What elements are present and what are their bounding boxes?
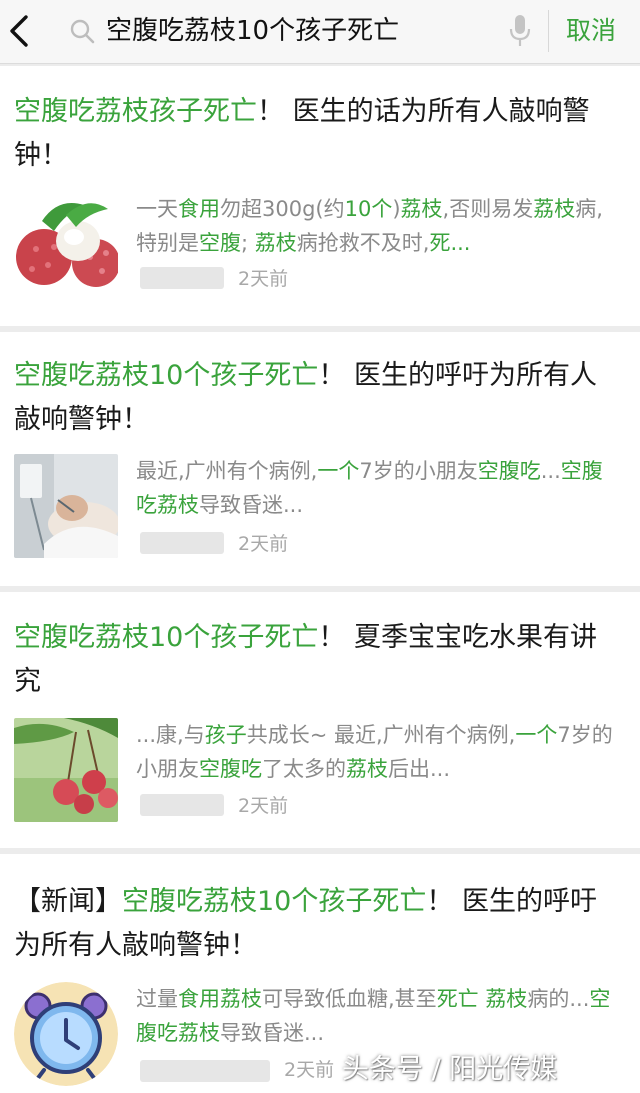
highlighted-text: 荔枝 <box>346 757 388 781</box>
result-title[interactable]: 空腹吃荔枝10个孩子死亡！ 医生的呼吁为所有人敲响警钟！ <box>14 354 618 442</box>
search-header: 空腹吃荔枝10个孩子死亡 取消 <box>0 0 640 64</box>
text-segment: 共成长~ 最近,广州有个病例, <box>246 723 516 747</box>
result-card[interactable]: 空腹吃荔枝孩子死亡！ 医生的话为所有人敲响警钟！ 一天食用勿超300g(约10个… <box>0 66 640 326</box>
source-avatar-blurred <box>140 1060 270 1082</box>
source-avatar-blurred <box>140 794 224 816</box>
source-avatar-blurred <box>140 267 224 289</box>
text-segment: ; <box>241 231 255 255</box>
result-title[interactable]: 【新闻】空腹吃荔枝10个孩子死亡！ 医生的呼吁为所有人敲响警钟！ <box>14 880 618 968</box>
result-card[interactable]: 空腹吃荔枝10个孩子死亡！ 夏季宝宝吃水果有讲究 ...康,与孩子共成长~ 最近… <box>0 592 640 848</box>
text-segment: 过量 <box>136 987 178 1011</box>
highlighted-text: 空腹吃 <box>477 459 541 483</box>
text-segment: ) <box>392 197 401 221</box>
alarm-clock-icon <box>14 982 118 1086</box>
highlighted-text: 空腹吃荔枝10个孩子死亡 <box>122 886 427 917</box>
result-title[interactable]: 空腹吃荔枝孩子死亡！ 医生的话为所有人敲响警钟！ <box>14 90 618 178</box>
result-time: 2天前 <box>238 795 289 817</box>
text-segment: ... <box>540 459 561 483</box>
highlighted-text: 一个 <box>317 459 360 483</box>
text-segment: 病的... <box>527 987 590 1011</box>
text-segment: ,否则易发 <box>442 197 534 221</box>
text-segment: 最近,广州有个病例, <box>136 459 318 483</box>
back-arrow-icon[interactable] <box>4 12 34 50</box>
result-time: 2天前 <box>238 533 289 555</box>
text-segment: 一天 <box>136 197 178 221</box>
highlighted-text: 死... <box>429 231 471 255</box>
highlighted-text: 空腹吃荔枝10个孩子死亡 <box>14 360 319 391</box>
highlighted-text: 死亡 荔枝 <box>436 987 528 1011</box>
highlighted-text: 食用荔枝 <box>178 987 262 1011</box>
hospital-patient-icon <box>14 454 118 558</box>
highlighted-text: 荔枝 <box>533 197 576 221</box>
highlighted-text: 空腹吃荔枝10个孩子死亡 <box>14 622 319 653</box>
microphone-icon[interactable] <box>507 13 533 49</box>
highlighted-text: 孩子 <box>204 723 247 747</box>
text-segment: 导致昏迷... <box>220 1021 325 1045</box>
watermark: 头条号 / 阳光传媒 <box>342 1054 558 1085</box>
highlighted-text: 荔枝 <box>254 231 297 255</box>
result-snippet: 最近,广州有个病例,一个7岁的小朋友空腹吃...空腹吃荔枝导致昏迷... <box>136 454 618 522</box>
result-title[interactable]: 空腹吃荔枝10个孩子死亡！ 夏季宝宝吃水果有讲究 <box>14 616 618 704</box>
text-segment: 7岁的小朋友 <box>359 459 478 483</box>
text-segment: 后出... <box>388 757 451 781</box>
cancel-button[interactable]: 取消 <box>566 12 616 50</box>
result-snippet: 一天食用勿超300g(约10个)荔枝,否则易发荔枝病,特别是空腹; 荔枝病抢救不… <box>136 192 618 260</box>
search-icon <box>70 19 95 44</box>
text-segment: 可导致低血糖,甚至 <box>262 987 437 1011</box>
highlighted-text: 一个 <box>515 723 558 747</box>
highlighted-text: 空腹 <box>199 231 241 255</box>
header-divider <box>548 10 549 52</box>
result-time: 2天前 <box>284 1059 335 1081</box>
lychee-icon <box>14 191 118 295</box>
text-segment: 勿超300g(约 <box>220 197 345 221</box>
result-snippet: ...康,与孩子共成长~ 最近,广州有个病例,一个7岁的小朋友空腹吃了太多的荔枝… <box>136 718 618 786</box>
source-avatar-blurred <box>140 532 224 554</box>
highlighted-text: 空腹吃 <box>199 757 262 781</box>
search-input[interactable]: 空腹吃荔枝10个孩子死亡 <box>106 12 399 50</box>
text-segment: 导致昏迷... <box>199 493 304 517</box>
highlighted-text: 荔枝 <box>400 197 443 221</box>
text-segment: 【新闻】 <box>14 886 122 917</box>
result-card[interactable]: 空腹吃荔枝10个孩子死亡！ 医生的呼吁为所有人敲响警钟！ 最近,广州有个病例,一… <box>0 332 640 586</box>
result-snippet: 过量食用荔枝可导致低血糖,甚至死亡 荔枝病的...空腹吃荔枝导致昏迷... <box>136 982 618 1050</box>
text-segment: 了太多的 <box>262 757 346 781</box>
highlighted-text: 10个 <box>344 197 393 221</box>
text-segment: 病抢救不及时, <box>296 231 430 255</box>
text-segment: ...康,与 <box>136 723 205 747</box>
highlighted-text: 空腹吃荔枝孩子死亡 <box>14 96 257 127</box>
result-time: 2天前 <box>238 268 289 290</box>
highlighted-text: 食用 <box>178 197 220 221</box>
lychee-tree-icon <box>14 718 118 822</box>
